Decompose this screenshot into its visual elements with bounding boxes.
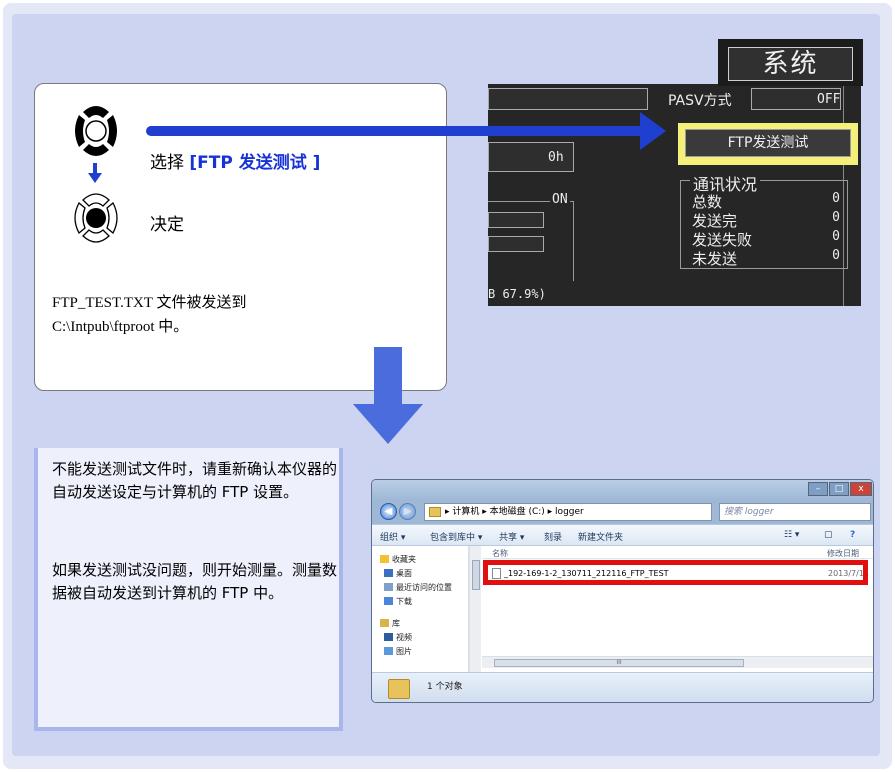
nav-item-library[interactable]: 库 bbox=[380, 618, 400, 629]
nav-item-pictures[interactable]: 图片 bbox=[384, 646, 412, 657]
info-panel: 不能发送测试文件时，请重新确认本仪器的自动发送设定与计算机的 FTP 设置。 如… bbox=[34, 448, 343, 731]
preview-pane-icon[interactable]: ▢ bbox=[824, 530, 833, 540]
comm-row-label: 总数 bbox=[692, 193, 723, 211]
control-pad-enter-icon bbox=[68, 189, 124, 247]
ftp-test-button[interactable]: FTP发送测试 bbox=[685, 129, 851, 157]
nav-item-downloads[interactable]: 下载 bbox=[384, 596, 412, 607]
note-line-2: C:\Intpub\ftproot 中。 bbox=[52, 319, 189, 335]
system-tab-label: 系统 bbox=[728, 47, 853, 81]
explorer-window: – □ x ◀ ▶ ▸ 计算机 ▸ 本地磁盘 (C:) ▸ logger 搜索 … bbox=[371, 479, 874, 703]
toolbar-new-folder[interactable]: 新建文件夹 bbox=[578, 530, 623, 543]
toolbar-organize[interactable]: 组织 ▾ bbox=[380, 530, 405, 543]
navigation-pane: 收藏夹 桌面 最近访问的位置 下载 库 视频 图片 bbox=[372, 546, 469, 672]
toolbar-include-library[interactable]: 包含到库中 ▾ bbox=[430, 530, 482, 543]
control-pad-up-down-icon bbox=[69, 102, 123, 160]
comm-row-value: 0 bbox=[832, 248, 840, 263]
transfer-note: FTP_TEST.TXT 文件被发送到 C:\Intpub\ftproot 中。 bbox=[52, 291, 246, 339]
system-tab[interactable]: 系统 bbox=[718, 39, 863, 86]
nav-item-desktop[interactable]: 桌面 bbox=[384, 568, 412, 579]
address-path: ▸ 计算机 ▸ 本地磁盘 (C:) ▸ logger bbox=[445, 507, 584, 517]
folder-icon bbox=[388, 679, 410, 699]
view-icon[interactable]: ☷ ▾ bbox=[784, 530, 799, 540]
confirm-label: 决定 bbox=[150, 215, 184, 235]
down-arrow-icon bbox=[88, 163, 102, 183]
select-instruction: 选择 [FTP 发送测试 ] bbox=[150, 148, 320, 173]
comm-row-total: 总数 0 bbox=[692, 191, 840, 212]
nav-item-video[interactable]: 视频 bbox=[384, 632, 412, 643]
search-input[interactable]: 搜索 logger bbox=[719, 503, 871, 521]
picture-icon bbox=[384, 647, 393, 655]
bottom-percent: B 67.9%) bbox=[488, 287, 546, 301]
pointer-arrow-head-icon bbox=[640, 112, 666, 150]
info-paragraph-1: 不能发送测试文件时，请重新确认本仪器的自动发送设定与计算机的 FTP 设置。 bbox=[52, 460, 338, 501]
column-name[interactable]: 名称 bbox=[492, 548, 508, 559]
nav-item-recent[interactable]: 最近访问的位置 bbox=[384, 582, 452, 593]
explorer-toolbar: 组织 ▾ 包含到库中 ▾ 共享 ▾ 刻录 新建文件夹 ☷ ▾ ▢ ? bbox=[372, 524, 873, 546]
info-paragraph-2: 如果发送测试没问题，则开始测量。测量数据被自动发送到计算机的 FTP 中。 bbox=[52, 561, 338, 602]
address-bar[interactable]: ▸ 计算机 ▸ 本地磁盘 (C:) ▸ logger bbox=[424, 503, 712, 521]
library-icon bbox=[380, 619, 389, 627]
pasv-label: PASV方式 bbox=[668, 93, 732, 109]
window-titlebar: – □ x bbox=[372, 480, 873, 500]
comm-row-sent: 发送完 0 bbox=[692, 210, 840, 231]
comm-row-label: 发送完 bbox=[692, 212, 738, 230]
forward-icon[interactable]: ▶ bbox=[399, 503, 416, 520]
nav-scrollbar[interactable] bbox=[469, 546, 481, 672]
comm-row-label: 未发送 bbox=[692, 250, 738, 268]
close-button[interactable]: x bbox=[850, 482, 872, 496]
screen-field-a bbox=[488, 212, 544, 228]
item-count: 1 个对象 bbox=[427, 682, 463, 692]
horizontal-scrollbar[interactable]: III bbox=[482, 656, 873, 668]
comm-row-value: 0 bbox=[832, 229, 840, 244]
comm-row-failed: 发送失败 0 bbox=[692, 229, 840, 250]
screen-field-top bbox=[488, 88, 648, 110]
select-prefix: 选择 bbox=[150, 153, 190, 173]
status-bar: 1 个对象 bbox=[372, 672, 873, 702]
pointer-arrow-line bbox=[146, 126, 646, 136]
pasv-value: OFF bbox=[817, 92, 841, 107]
column-header: 名称 修改日期 bbox=[482, 546, 873, 559]
star-icon bbox=[380, 555, 389, 563]
file-highlight-box bbox=[483, 560, 868, 585]
nav-scroll-thumb[interactable] bbox=[472, 560, 480, 590]
select-target: [FTP 发送测试 ] bbox=[189, 153, 321, 173]
comm-row-value: 0 bbox=[832, 210, 840, 225]
screen-field-b bbox=[488, 236, 544, 252]
toolbar-share[interactable]: 共享 ▾ bbox=[499, 530, 524, 543]
folder-icon bbox=[429, 507, 441, 517]
comm-row-label: 发送失败 bbox=[692, 231, 753, 249]
horizontal-scroll-thumb[interactable]: III bbox=[494, 659, 744, 667]
toolbar-burn[interactable]: 刻录 bbox=[544, 530, 562, 543]
column-date[interactable]: 修改日期 bbox=[827, 548, 859, 559]
download-icon bbox=[384, 597, 393, 605]
help-icon[interactable]: ? bbox=[850, 530, 855, 540]
maximize-button[interactable]: □ bbox=[829, 482, 849, 496]
address-row: ◀ ▶ ▸ 计算机 ▸ 本地磁盘 (C:) ▸ logger 搜索 logger bbox=[372, 500, 873, 524]
recent-icon bbox=[384, 583, 393, 591]
interval-value: 0h bbox=[548, 150, 564, 165]
comm-row-unsent: 未发送 0 bbox=[692, 248, 840, 269]
desktop-icon bbox=[384, 569, 393, 577]
on-value: ON bbox=[550, 192, 570, 207]
minimize-button[interactable]: – bbox=[808, 482, 828, 496]
comm-row-value: 0 bbox=[832, 191, 840, 206]
video-icon bbox=[384, 633, 393, 641]
big-down-arrow-icon bbox=[374, 347, 402, 405]
big-down-arrow-head bbox=[353, 404, 423, 444]
nav-item-favorites[interactable]: 收藏夹 bbox=[380, 554, 416, 565]
back-icon[interactable]: ◀ bbox=[380, 503, 397, 520]
note-line-1: FTP_TEST.TXT 文件被发送到 bbox=[52, 295, 247, 311]
